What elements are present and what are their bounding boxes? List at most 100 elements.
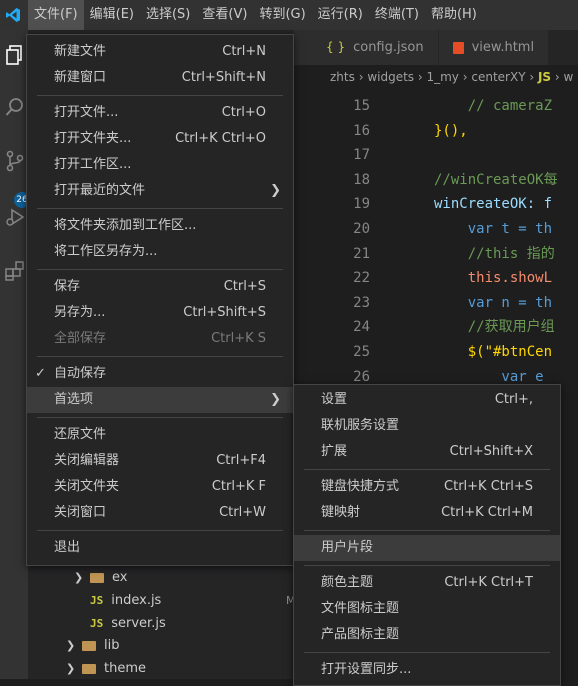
menu-item-label: 扩展: [321, 444, 348, 459]
menu-item[interactable]: 扩展 Ctrl+Shift+X: [294, 439, 560, 465]
breadcrumb-item[interactable]: centerXY: [471, 70, 525, 84]
menu-item[interactable]: ✓ 自动保存: [27, 361, 293, 387]
menu-item[interactable]: 关闭文件夹 Ctrl+K F: [27, 474, 293, 500]
menu-item-label: 将工作区另存为...: [54, 244, 158, 259]
menu-item[interactable]: 打开最近的文件 ❯: [27, 178, 293, 204]
menu-item-shortcut: Ctrl+Shift+N: [181, 70, 266, 85]
menu-item[interactable]: 键映射 Ctrl+K Ctrl+M: [294, 500, 560, 526]
breadcrumb-item[interactable]: w: [564, 70, 574, 84]
menu-item[interactable]: 键盘快捷方式 Ctrl+K Ctrl+S: [294, 474, 560, 500]
menu-item-label: 关闭编辑器: [54, 453, 120, 468]
menu-item-label: 打开文件...: [54, 105, 119, 120]
code-line: //winCreateOK每: [434, 171, 558, 188]
menubar-item[interactable]: 终端(T): [369, 0, 425, 30]
menubar-item[interactable]: 选择(S): [140, 0, 196, 30]
menu-item-shortcut: Ctrl+S: [223, 279, 266, 294]
menu-item-shortcut: Ctrl+Shift+S: [183, 305, 266, 320]
menu-separator: [304, 565, 550, 566]
line-number: 17: [353, 147, 370, 164]
extensions-icon[interactable]: [2, 256, 28, 286]
tree-file-index-js[interactable]: JS index.js: [90, 590, 161, 612]
menu-item[interactable]: 另存为... Ctrl+Shift+S: [27, 300, 293, 326]
menu-item[interactable]: 打开工作区...: [27, 152, 293, 178]
menu-item-label: 新建窗口: [54, 70, 107, 85]
breadcrumb-separator-icon: ›: [414, 70, 427, 84]
tree-folder-theme[interactable]: ❯ theme: [66, 658, 146, 680]
menubar-item[interactable]: 帮助(H): [425, 0, 483, 30]
menu-item[interactable]: 保存 Ctrl+S: [27, 274, 293, 300]
menu-item[interactable]: 关闭窗口 Ctrl+W: [27, 500, 293, 526]
tab-label: config.json: [353, 40, 424, 55]
menu-item[interactable]: 联机服务设置: [294, 413, 560, 439]
line-number: 25: [353, 344, 370, 360]
menu-item[interactable]: 颜色主题 Ctrl+K Ctrl+T: [294, 570, 560, 596]
menu-item[interactable]: 打开文件... Ctrl+O: [27, 100, 293, 126]
menu-item-label: 颜色主题: [321, 575, 374, 590]
menubar-item[interactable]: 文件(F): [28, 0, 84, 30]
menu-item[interactable]: 将工作区另存为...: [27, 239, 293, 265]
breadcrumb-separator-icon: ›: [354, 70, 368, 84]
vscode-logo-icon: [0, 0, 26, 30]
menu-item[interactable]: 新建窗口 Ctrl+Shift+N: [27, 65, 293, 91]
search-icon[interactable]: [2, 92, 28, 122]
menu-item[interactable]: 退出: [27, 535, 293, 561]
menu-separator: [304, 469, 550, 470]
code-line: }(),: [434, 122, 468, 139]
breadcrumb-item[interactable]: zhts: [330, 70, 355, 84]
chevron-right-icon: ❯: [270, 183, 281, 198]
menu-item-label: 产品图标主题: [321, 627, 400, 642]
menu-item-shortcut: Ctrl+,: [494, 392, 533, 407]
line-number: 15: [353, 98, 370, 114]
menu-item[interactable]: 将文件夹添加到工作区...: [27, 213, 293, 239]
menu-item-shortcut: Ctrl+W: [219, 505, 266, 520]
menu-item-label: 打开最近的文件: [54, 183, 146, 198]
line-number: 21: [353, 245, 370, 262]
code-line: var n = th: [434, 294, 553, 311]
tab-view-html[interactable]: view.html: [438, 30, 550, 65]
menu-item[interactable]: 还原文件: [27, 422, 293, 448]
folder-icon: [82, 664, 96, 674]
menu-item-label: 文件图标主题: [321, 601, 400, 616]
menubar-item[interactable]: 编辑(E): [84, 0, 140, 30]
js-file-icon: JS: [90, 594, 104, 607]
menu-item-label: 设置: [321, 392, 348, 407]
menu-item[interactable]: 产品图标主题: [294, 622, 560, 648]
menu-item-label: 退出: [54, 540, 81, 555]
menu-item[interactable]: 打开设置同步...: [294, 657, 560, 683]
breadcrumb-item[interactable]: widgets: [367, 70, 414, 84]
menu-item-label: 关闭文件夹: [54, 479, 120, 494]
menu-item[interactable]: 新建文件 Ctrl+N: [27, 39, 293, 65]
breadcrumb-item[interactable]: JS: [538, 70, 551, 84]
code-line: winCreateOK: f: [434, 196, 553, 213]
menu-item: 全部保存 Ctrl+K S: [27, 326, 293, 352]
json-file-icon: { }: [326, 40, 346, 54]
breadcrumb-item[interactable]: 1_my: [426, 70, 458, 84]
tree-item-label: index.js: [111, 593, 162, 608]
menu-separator: [304, 530, 550, 531]
line-number: 16: [353, 122, 370, 139]
tree-file-server-js[interactable]: JS server.js: [90, 613, 166, 635]
breadcrumb-separator-icon: ›: [525, 70, 538, 84]
menu-item-shortcut: Ctrl+K F: [211, 479, 266, 494]
code-line: var t = th: [434, 221, 553, 237]
menu-item[interactable]: 文件图标主题: [294, 596, 560, 622]
menubar-item[interactable]: 运行(R): [312, 0, 369, 30]
tree-folder-ex[interactable]: ❯ ex: [74, 567, 127, 589]
menu-item[interactable]: 设置 Ctrl+,: [294, 387, 560, 413]
source-control-icon[interactable]: [2, 146, 28, 176]
tab-config-json[interactable]: { } config.json: [294, 30, 439, 65]
menu-item[interactable]: 用户片段: [294, 535, 560, 561]
menu-separator: [37, 356, 283, 357]
menu-item[interactable]: 首选项 ❯: [27, 387, 293, 413]
tree-folder-lib[interactable]: ❯ lib: [66, 635, 119, 657]
explorer-icon[interactable]: [2, 40, 28, 70]
run-debug-icon[interactable]: [2, 202, 28, 232]
tree-item-label: theme: [104, 661, 146, 676]
code-line: this.showL: [434, 270, 553, 287]
menu-item[interactable]: 打开文件夹... Ctrl+K Ctrl+O: [27, 126, 293, 152]
menubar-item[interactable]: 转到(G): [253, 0, 311, 30]
menubar-item[interactable]: 查看(V): [196, 0, 253, 30]
menu-item-label: 打开设置同步...: [321, 662, 412, 677]
menu-item[interactable]: 关闭编辑器 Ctrl+F4: [27, 448, 293, 474]
menu-item-label: 联机服务设置: [321, 418, 400, 433]
